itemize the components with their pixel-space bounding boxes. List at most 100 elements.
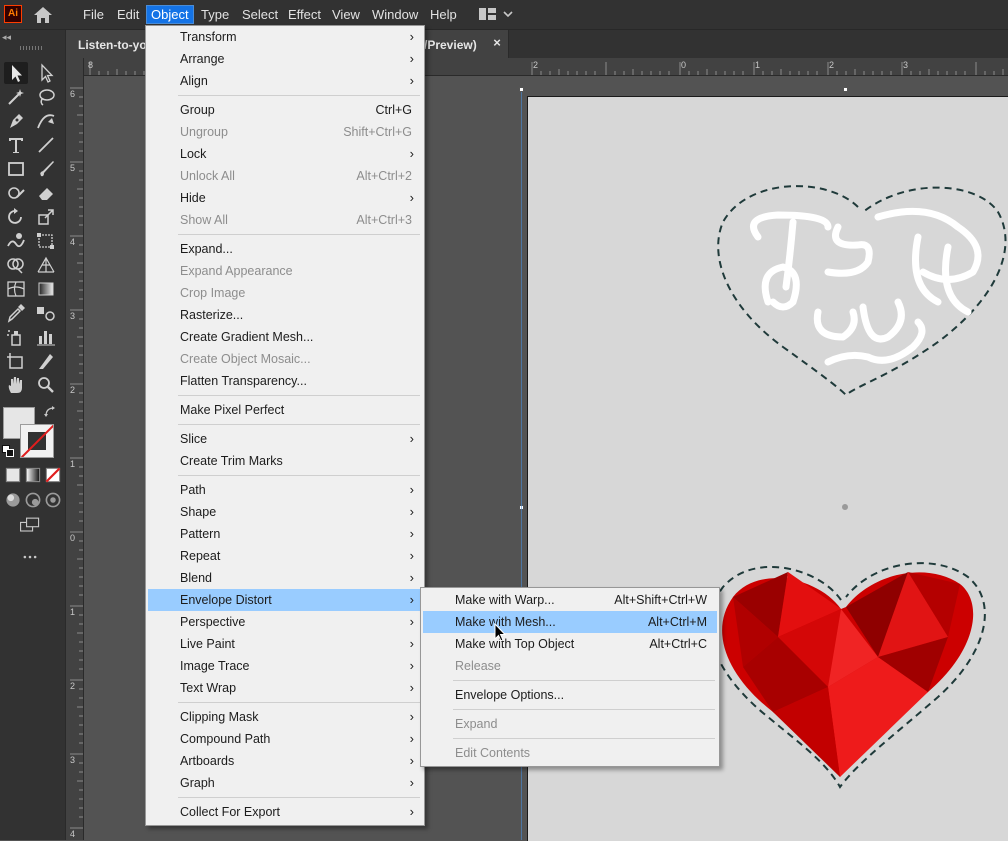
- collapse-panel-icon[interactable]: ◂◂: [2, 32, 11, 43]
- menu-item-group[interactable]: Group Ctrl+G: [148, 99, 422, 121]
- color-mode-icon[interactable]: [1, 464, 21, 484]
- menu-item-make-with-warp[interactable]: Make with Warp... Alt+Shift+Ctrl+W: [423, 589, 717, 611]
- menu-object[interactable]: Object: [146, 5, 194, 24]
- menu-help[interactable]: Help: [426, 5, 461, 24]
- document-tab-title: Listen-to-you: [78, 38, 154, 52]
- menu-item-expand-appearance: Expand Appearance: [180, 264, 293, 278]
- line-segment-tool-icon[interactable]: [34, 134, 58, 156]
- menu-item-ungroup: Ungroup Shift+Ctrl+G: [180, 125, 412, 139]
- gradient-mode-icon[interactable]: [21, 464, 41, 484]
- menu-item-lock[interactable]: Lock ›: [148, 143, 422, 165]
- screen-mode-icon[interactable]: [18, 514, 46, 536]
- mouse-cursor-icon: [494, 622, 508, 643]
- direct-selection-tool-icon[interactable]: [34, 62, 58, 84]
- menu-item-graph[interactable]: Graph ›: [148, 772, 422, 794]
- menu-item-release: Release: [455, 659, 501, 673]
- menu-item-make-pixel-perfect[interactable]: Make Pixel Perfect: [148, 399, 422, 421]
- menu-item-artboards[interactable]: Artboards ›: [148, 750, 422, 772]
- ruler-label: 0: [681, 60, 687, 70]
- menu-item-flatten-transparency[interactable]: Flatten Transparency...: [148, 370, 422, 392]
- curvature-tool-icon[interactable]: [34, 110, 58, 132]
- panel-grip[interactable]: [20, 46, 42, 50]
- close-tab-icon[interactable]: ×: [490, 36, 504, 50]
- menu-item-create-gradient-mesh[interactable]: Create Gradient Mesh...: [148, 326, 422, 348]
- none-mode-icon[interactable]: [41, 464, 61, 484]
- slice-tool-icon[interactable]: [34, 350, 58, 372]
- eyedropper-tool-icon[interactable]: [4, 302, 28, 324]
- shaper-tool-icon[interactable]: [4, 182, 28, 204]
- tools-panel: ◂◂: [0, 30, 66, 840]
- menu-item-compound-path[interactable]: Compound Path ›: [148, 728, 422, 750]
- menu-item-transform[interactable]: Transform ›: [148, 26, 422, 48]
- more-tools-icon[interactable]: [18, 546, 46, 566]
- selection-tool-icon[interactable]: [4, 62, 28, 84]
- blend-tool-icon[interactable]: [34, 302, 58, 324]
- menu-separator: [178, 475, 420, 476]
- draw-normal-icon[interactable]: [1, 489, 21, 509]
- menu-item-envelope-distort[interactable]: Envelope Distort ›: [148, 589, 422, 611]
- menu-item-image-trace[interactable]: Image Trace ›: [148, 655, 422, 677]
- menu-item-rasterize[interactable]: Rasterize...: [148, 304, 422, 326]
- menu-item-perspective[interactable]: Perspective ›: [148, 611, 422, 633]
- free-transform-tool-icon[interactable]: [34, 230, 58, 252]
- chevron-right-icon: ›: [409, 51, 414, 66]
- swap-fill-stroke-icon[interactable]: [44, 406, 56, 418]
- ruler-label: 4: [70, 237, 76, 247]
- scale-tool-icon[interactable]: [34, 206, 58, 228]
- menu-item-clipping-mask[interactable]: Clipping Mask ›: [148, 706, 422, 728]
- app-logo[interactable]: Ai: [4, 5, 22, 23]
- menu-item-repeat[interactable]: Repeat ›: [148, 545, 422, 567]
- menu-item-expand[interactable]: Expand...: [148, 238, 422, 260]
- rectangle-tool-icon[interactable]: [4, 158, 28, 180]
- mesh-tool-icon[interactable]: [4, 278, 28, 300]
- home-icon[interactable]: [33, 6, 53, 24]
- menu-item-create-trim-marks[interactable]: Create Trim Marks: [148, 450, 422, 472]
- menu-item-slice[interactable]: Slice ›: [148, 428, 422, 450]
- gradient-tool-icon[interactable]: [34, 278, 58, 300]
- shape-builder-tool-icon[interactable]: [4, 254, 28, 276]
- chevron-right-icon: ›: [409, 504, 414, 519]
- menu-item-envelope-options[interactable]: Envelope Options...: [423, 684, 717, 706]
- menu-item-collect-for-export[interactable]: Collect For Export ›: [148, 801, 422, 823]
- menu-item-make-with-top-object[interactable]: Make with Top Object Alt+Ctrl+C: [423, 633, 717, 655]
- pen-tool-icon[interactable]: [4, 110, 28, 132]
- paintbrush-tool-icon[interactable]: [34, 158, 58, 180]
- type-tool-icon[interactable]: [4, 134, 28, 156]
- menu-item-path[interactable]: Path ›: [148, 479, 422, 501]
- symbol-sprayer-tool-icon[interactable]: [4, 326, 28, 348]
- column-graph-tool-icon[interactable]: [34, 326, 58, 348]
- draw-behind-icon[interactable]: [21, 489, 41, 509]
- lasso-tool-icon[interactable]: [34, 86, 58, 108]
- selection-handle[interactable]: [843, 87, 848, 92]
- artboard-tool-icon[interactable]: [4, 350, 28, 372]
- menu-view[interactable]: View: [328, 5, 364, 24]
- default-fill-stroke-icon[interactable]: [2, 445, 14, 457]
- vertical-ruler[interactable]: 6 5 4 3 2 1 0 1 2 3 4: [66, 58, 84, 840]
- menu-item-align[interactable]: Align ›: [148, 70, 422, 92]
- menu-item-make-with-mesh[interactable]: Make with Mesh... Alt+Ctrl+M: [423, 611, 717, 633]
- menu-select[interactable]: Select: [238, 5, 282, 24]
- magic-wand-tool-icon[interactable]: [4, 86, 28, 108]
- menu-item-live-paint[interactable]: Live Paint ›: [148, 633, 422, 655]
- menu-edit[interactable]: Edit: [113, 5, 143, 24]
- menu-item-blend[interactable]: Blend ›: [148, 567, 422, 589]
- eraser-tool-icon[interactable]: [34, 182, 58, 204]
- menu-item-hide[interactable]: Hide ›: [148, 187, 422, 209]
- menu-window[interactable]: Window: [368, 5, 422, 24]
- menu-item-shape[interactable]: Shape ›: [148, 501, 422, 523]
- chevron-right-icon: ›: [409, 431, 414, 446]
- menu-type[interactable]: Type: [197, 5, 233, 24]
- menu-item-pattern[interactable]: Pattern ›: [148, 523, 422, 545]
- menu-file[interactable]: File: [79, 5, 108, 24]
- perspective-grid-tool-icon[interactable]: [34, 254, 58, 276]
- workspace-switcher[interactable]: [478, 7, 516, 22]
- menu-item-arrange[interactable]: Arrange ›: [148, 48, 422, 70]
- warp-tool-icon[interactable]: [4, 230, 28, 252]
- rotate-tool-icon[interactable]: [4, 206, 28, 228]
- menu-effect[interactable]: Effect: [284, 5, 325, 24]
- hand-tool-icon[interactable]: [4, 374, 28, 396]
- menu-item-text-wrap[interactable]: Text Wrap ›: [148, 677, 422, 699]
- stroke-color-swatch[interactable]: [20, 424, 54, 458]
- zoom-tool-icon[interactable]: [34, 374, 58, 396]
- draw-inside-icon[interactable]: [41, 489, 61, 509]
